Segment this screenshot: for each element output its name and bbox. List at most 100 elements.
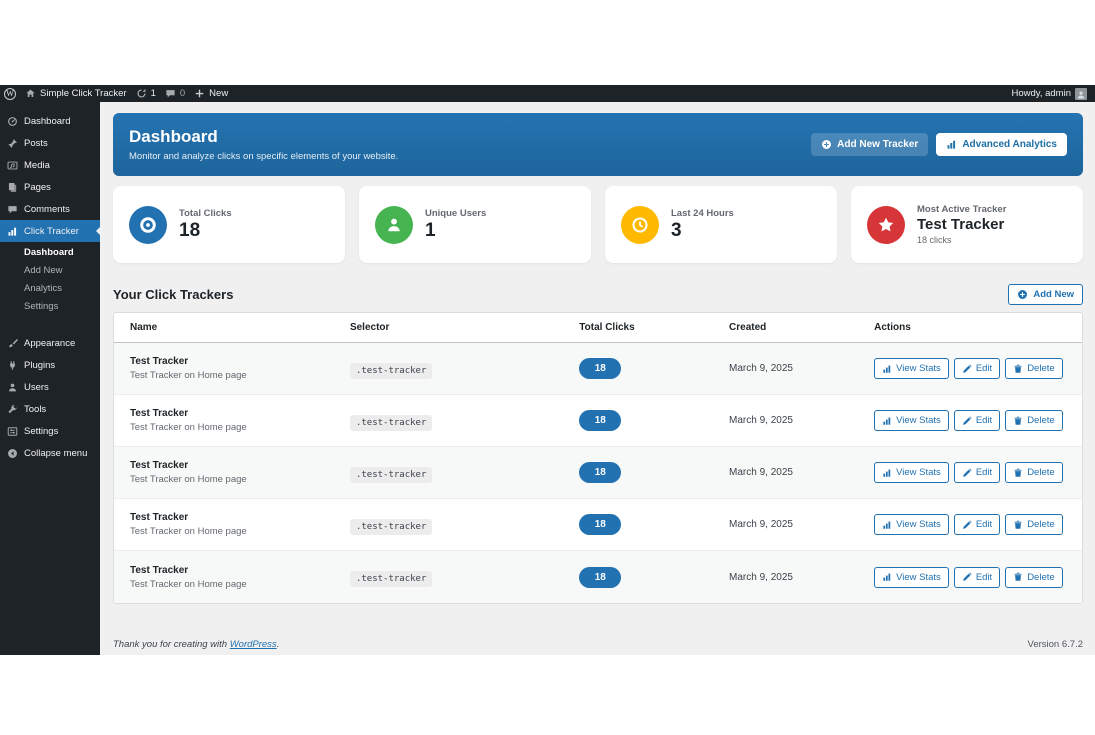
table-row: Test Tracker Test Tracker on Home page .…	[114, 343, 1082, 395]
sidebar-item-label: Pages	[24, 181, 51, 193]
table-row: Test Tracker Test Tracker on Home page .…	[114, 499, 1082, 551]
view-stats-button[interactable]: View Stats	[874, 358, 949, 379]
stat-card-most-active-tracker: Most Active Tracker Test Tracker 18 clic…	[851, 186, 1083, 263]
sidebar-item-pages[interactable]: Pages	[0, 176, 100, 198]
stat-card-last-24-hours: Last 24 Hours 3	[605, 186, 837, 263]
workspace: Dashboard Posts Media Pages Comments Click Tr…	[0, 102, 1095, 655]
clicks-badge: 18	[579, 358, 622, 379]
sidebar-item-label: Click Tracker	[24, 225, 79, 237]
user-icon	[7, 382, 18, 393]
pencil-icon	[962, 363, 972, 374]
stat-sub: 18 clicks	[917, 235, 952, 246]
sidebar-item-tools[interactable]: Tools	[0, 398, 100, 420]
column-header-total-clicks: Total Clicks	[579, 322, 635, 333]
sidebar-item-media[interactable]: Media	[0, 154, 100, 176]
pencil-icon	[962, 467, 972, 478]
admin-bar: W Simple Click Tracker 1 0 New Howdy, ad…	[0, 85, 1095, 102]
comments-link[interactable]: 0	[165, 85, 185, 102]
bar-chart-icon	[946, 139, 957, 150]
sidebar-item-label: Settings	[24, 425, 59, 437]
view-stats-button[interactable]: View Stats	[874, 514, 949, 535]
edit-button[interactable]: Edit	[953, 358, 1001, 379]
selector-chip: .test-tracker	[349, 518, 433, 535]
sidebar-item-click-tracker[interactable]: Click Tracker	[0, 220, 100, 242]
delete-button[interactable]: Delete	[1005, 514, 1063, 535]
edit-button[interactable]: Edit	[953, 410, 1001, 431]
update-count: 1	[150, 88, 156, 99]
sidebar-item-collapse-menu[interactable]: Collapse menu	[0, 442, 100, 464]
submenu-item-settings[interactable]: Settings	[0, 298, 100, 316]
sidebar-item-appearance[interactable]: Appearance	[0, 332, 100, 354]
trackers-section-title: Your Click Trackers	[113, 286, 234, 302]
sidebar-item-plugins[interactable]: Plugins	[0, 354, 100, 376]
sidebar-item-users[interactable]: Users	[0, 376, 100, 398]
plug-icon	[7, 360, 18, 371]
sidebar-item-dashboard[interactable]: Dashboard	[0, 110, 100, 132]
sidebar-item-comments[interactable]: Comments	[0, 198, 100, 220]
sidebar-item-label: Collapse menu	[24, 447, 88, 459]
wordpress-link[interactable]: WordPress	[230, 639, 277, 650]
sidebar-item-posts[interactable]: Posts	[0, 132, 100, 154]
page-subtitle: Monitor and analyze clicks on specific e…	[129, 151, 399, 162]
edit-button[interactable]: Edit	[953, 514, 1001, 535]
clicks-badge: 18	[579, 462, 622, 483]
advanced-analytics-button[interactable]: Advanced Analytics	[936, 133, 1067, 156]
home-icon	[25, 88, 36, 99]
avatar	[1075, 87, 1087, 100]
column-header-actions: Actions	[874, 322, 911, 333]
pin-icon	[7, 138, 18, 149]
stat-value: 3	[671, 219, 682, 241]
trash-icon	[1013, 520, 1023, 530]
delete-button[interactable]: Delete	[1005, 566, 1063, 588]
delete-button[interactable]: Delete	[1005, 410, 1063, 431]
sidebar: Dashboard Posts Media Pages Comments Click Tr…	[0, 102, 100, 655]
sidebar-item-label: Posts	[24, 137, 48, 149]
stat-label: Last 24 Hours	[671, 207, 734, 219]
stats-row: Total Clicks 18 Unique Users 1 Last 24 H…	[113, 186, 1083, 263]
pencil-icon	[962, 572, 972, 582]
submenu-item-add-new[interactable]: Add New	[0, 262, 100, 280]
submenu-item-dashboard[interactable]: Dashboard	[0, 244, 100, 262]
target-icon	[129, 205, 167, 244]
plus-icon	[194, 88, 205, 99]
site-link[interactable]: Simple Click Tracker	[25, 85, 127, 102]
view-stats-button[interactable]: View Stats	[874, 566, 949, 588]
comment-bubble-icon	[165, 88, 176, 99]
add-new-tracker-button[interactable]: Add New Tracker	[811, 133, 929, 156]
sidebar-item-label: Comments	[24, 203, 70, 215]
tracker-description: Test Tracker on Home page	[130, 578, 247, 590]
star-icon	[867, 205, 905, 244]
submenu-item-analytics[interactable]: Analytics	[0, 280, 100, 298]
gauge-icon	[7, 116, 18, 127]
column-header-selector: Selector	[349, 322, 390, 333]
screenshot-canvas: W Simple Click Tracker 1 0 New Howdy, ad…	[0, 0, 1095, 735]
tracker-name: Test Tracker	[130, 512, 189, 523]
footer-version: Version 6.7.2	[1027, 639, 1083, 650]
add-new-button[interactable]: Add New	[1008, 283, 1083, 305]
media-icon	[7, 160, 18, 171]
delete-button[interactable]: Delete	[1005, 462, 1063, 483]
updates-link[interactable]: 1	[136, 85, 156, 102]
trash-icon	[1013, 468, 1023, 478]
selector-chip: .test-tracker	[349, 571, 433, 587]
account-menu[interactable]: Howdy, admin	[1012, 85, 1087, 102]
tracker-description: Test Tracker on Home page	[130, 526, 247, 537]
tracker-name: Test Tracker	[130, 408, 189, 419]
column-header-name: Name	[130, 322, 158, 333]
edit-button[interactable]: Edit	[953, 462, 1001, 483]
sliders-icon	[7, 426, 18, 437]
sidebar-item-settings[interactable]: Settings	[0, 420, 100, 442]
new-content-link[interactable]: New	[194, 85, 228, 102]
delete-button[interactable]: Delete	[1005, 358, 1063, 379]
wordpress-logo-icon[interactable]: W	[4, 85, 16, 102]
view-stats-button[interactable]: View Stats	[874, 410, 949, 431]
stat-value: 1	[425, 219, 436, 241]
pencil-icon	[962, 519, 972, 530]
user-icon	[375, 205, 413, 244]
bar-chart-icon	[882, 364, 892, 374]
wrench-icon	[7, 404, 18, 415]
edit-button[interactable]: Edit	[953, 566, 1001, 588]
sidebar-item-label: Dashboard	[24, 115, 71, 127]
view-stats-button[interactable]: View Stats	[874, 462, 949, 483]
plus-circle-icon	[1017, 289, 1028, 300]
